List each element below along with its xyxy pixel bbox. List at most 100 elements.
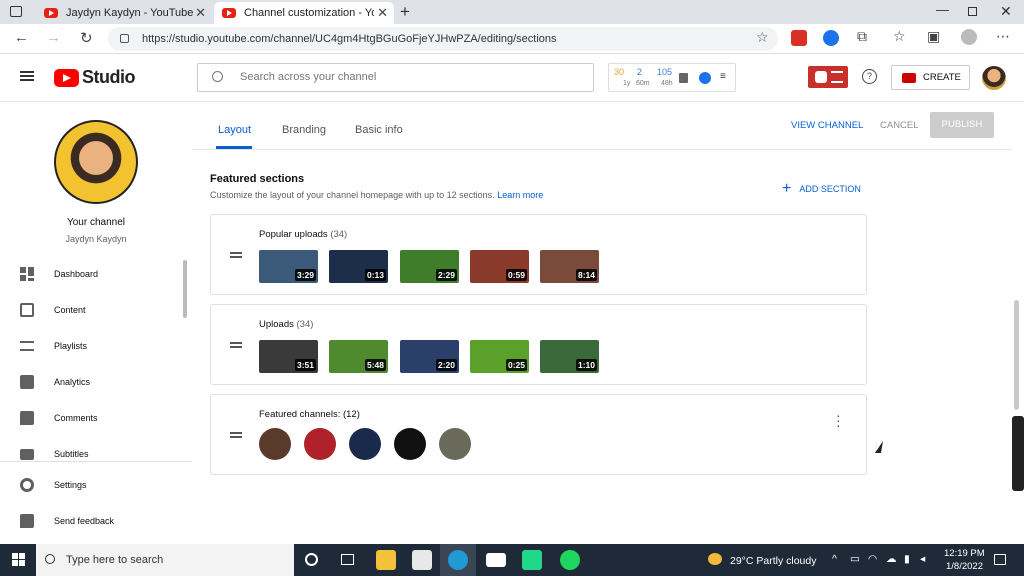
- wifi-icon[interactable]: ◠: [868, 553, 877, 565]
- video-thumbnail[interactable]: 0:13: [329, 250, 388, 283]
- mouse-cursor-icon: [874, 441, 884, 453]
- tray-chevron-icon[interactable]: ^: [832, 553, 837, 565]
- new-tab-button[interactable]: +: [400, 2, 410, 22]
- channel-avatar-thumb[interactable]: [259, 428, 291, 460]
- sidebar-item-dashboard[interactable]: Dashboard: [0, 260, 180, 288]
- section-card-uploads[interactable]: Uploads (34) 3:51 5:48 2:20 0:25 1:10: [210, 304, 867, 385]
- drag-handle-icon[interactable]: [230, 252, 242, 258]
- video-duration: 0:59: [505, 269, 527, 281]
- close-tab-icon[interactable]: ✕: [195, 5, 206, 21]
- page-scrollbar[interactable]: [1014, 300, 1019, 410]
- help-icon[interactable]: ?: [862, 69, 877, 84]
- windows-start-icon[interactable]: [12, 553, 25, 566]
- section-options-icon[interactable]: · · ·: [836, 408, 841, 432]
- tab-basic-info[interactable]: Basic info: [355, 124, 403, 136]
- extensions-icon[interactable]: ⧉: [857, 28, 867, 45]
- extension-vidiq-icon[interactable]: [823, 30, 839, 46]
- video-thumbnail[interactable]: 1:10: [540, 340, 599, 373]
- channel-avatar[interactable]: [54, 120, 138, 204]
- channel-avatar-thumb[interactable]: [304, 428, 336, 460]
- dashboard-icon: [20, 267, 34, 281]
- taskbar-search-input[interactable]: Type here to search: [36, 544, 294, 576]
- hamburger-menu-icon[interactable]: [20, 71, 34, 81]
- tab-channel-customization[interactable]: Channel customization - YouTub ✕: [214, 2, 394, 24]
- sidebar-item-playlists[interactable]: Playlists: [0, 332, 180, 360]
- weather-text[interactable]: 29°C Partly cloudy: [730, 555, 817, 567]
- drag-handle-icon[interactable]: [230, 342, 242, 348]
- minimize-button[interactable]: —: [936, 2, 949, 17]
- task-view-icon[interactable]: [341, 554, 354, 565]
- cortana-icon[interactable]: [305, 553, 318, 566]
- onedrive-icon[interactable]: ☁: [886, 553, 897, 565]
- more-menu-icon[interactable]: ⋯: [996, 28, 1010, 45]
- tab-youtube-channel[interactable]: Jaydyn Kaydyn - YouTube ✕: [36, 2, 212, 24]
- network-icon[interactable]: ▭: [850, 553, 860, 565]
- file-explorer-icon[interactable]: [376, 550, 396, 570]
- section-card-featured-channels[interactable]: Featured channels: (12) · · ·: [210, 394, 867, 475]
- video-thumbnail[interactable]: 2:29: [400, 250, 459, 283]
- view-channel-button[interactable]: VIEW CHANNEL: [791, 120, 863, 131]
- tubebuddy-button[interactable]: [808, 66, 848, 88]
- video-duration: 0:25: [505, 359, 527, 371]
- close-window-button[interactable]: ✕: [1000, 3, 1012, 20]
- collections-icon[interactable]: ▣: [927, 28, 940, 45]
- publish-button[interactable]: PUBLISH: [930, 112, 994, 138]
- add-section-button[interactable]: + ADD SECTION: [782, 181, 861, 197]
- notifications-icon[interactable]: [994, 554, 1006, 565]
- sidebar-item-analytics[interactable]: Analytics: [0, 368, 180, 396]
- back-icon[interactable]: ←: [14, 29, 29, 46]
- microphone-icon[interactable]: ▮: [904, 553, 910, 565]
- video-thumbnail[interactable]: 3:51: [259, 340, 318, 373]
- microsoft-store-icon[interactable]: [412, 550, 432, 570]
- search-icon: [45, 554, 55, 564]
- spotify-icon[interactable]: [560, 550, 580, 570]
- sidebar-item-settings[interactable]: Settings: [0, 471, 180, 499]
- tab-branding[interactable]: Branding: [282, 124, 326, 136]
- favorites-star-icon[interactable]: ☆: [756, 29, 769, 46]
- sidebar-item-content[interactable]: Content: [0, 296, 180, 324]
- page-scrollbar-thumb[interactable]: [1012, 416, 1024, 491]
- channel-avatar-thumb[interactable]: [349, 428, 381, 460]
- youtube-favicon-icon: [44, 8, 58, 18]
- learn-more-link[interactable]: Learn more: [497, 190, 543, 200]
- mail-icon[interactable]: [486, 553, 506, 567]
- sidebar-item-subtitles[interactable]: Subtitles: [0, 440, 180, 468]
- analytics-icon: [20, 375, 34, 389]
- feedback-icon: [20, 514, 34, 528]
- video-thumbnail[interactable]: 0:59: [470, 250, 529, 283]
- vidiq-stats-widget[interactable]: 30 1y 2 60m 105 48h ≡: [608, 63, 736, 92]
- pycharm-icon[interactable]: [522, 550, 542, 570]
- url-field[interactable]: https://studio.youtube.com/channel/UC4gm…: [108, 27, 778, 51]
- forward-icon[interactable]: →: [46, 29, 61, 46]
- cancel-button[interactable]: CANCEL: [880, 120, 919, 131]
- favorites-icon[interactable]: ☆: [893, 28, 906, 45]
- video-thumbnail[interactable]: 3:29: [259, 250, 318, 283]
- tab-actions-icon[interactable]: [10, 6, 22, 17]
- video-thumbnail[interactable]: 8:14: [540, 250, 599, 283]
- profile-icon[interactable]: [961, 29, 977, 45]
- close-tab-icon[interactable]: ✕: [377, 5, 388, 21]
- clock-time[interactable]: 12:19 PM: [944, 548, 985, 559]
- channel-avatar-thumb[interactable]: [394, 428, 426, 460]
- channel-avatar-thumb[interactable]: [439, 428, 471, 460]
- edge-browser-icon[interactable]: [448, 550, 468, 570]
- create-button[interactable]: CREATE: [891, 65, 970, 90]
- sidebar-item-comments[interactable]: Comments: [0, 404, 180, 432]
- drag-handle-icon[interactable]: [230, 432, 242, 438]
- extension-tubebuddy-icon[interactable]: [791, 30, 807, 46]
- section-card-popular-uploads[interactable]: Popular uploads (34) 3:29 0:13 2:29 0:59…: [210, 214, 867, 295]
- studio-logo[interactable]: Studio: [54, 67, 136, 88]
- volume-icon[interactable]: ◂: [920, 553, 925, 565]
- restore-button[interactable]: [968, 7, 977, 16]
- account-avatar[interactable]: [982, 66, 1006, 90]
- sidebar-item-send-feedback[interactable]: Send feedback: [0, 507, 180, 535]
- video-thumbnail[interactable]: 2:20: [400, 340, 459, 373]
- stat-views-period: 1y: [623, 80, 631, 87]
- search-input[interactable]: Search across your channel: [197, 63, 594, 92]
- refresh-icon[interactable]: ↻: [80, 29, 93, 47]
- tab-layout[interactable]: Layout: [218, 124, 251, 136]
- video-thumbnail[interactable]: 5:48: [329, 340, 388, 373]
- sidebar-scrollbar[interactable]: [183, 260, 187, 318]
- video-thumbnail[interactable]: 0:25: [470, 340, 529, 373]
- clock-date[interactable]: 1/8/2022: [946, 561, 983, 572]
